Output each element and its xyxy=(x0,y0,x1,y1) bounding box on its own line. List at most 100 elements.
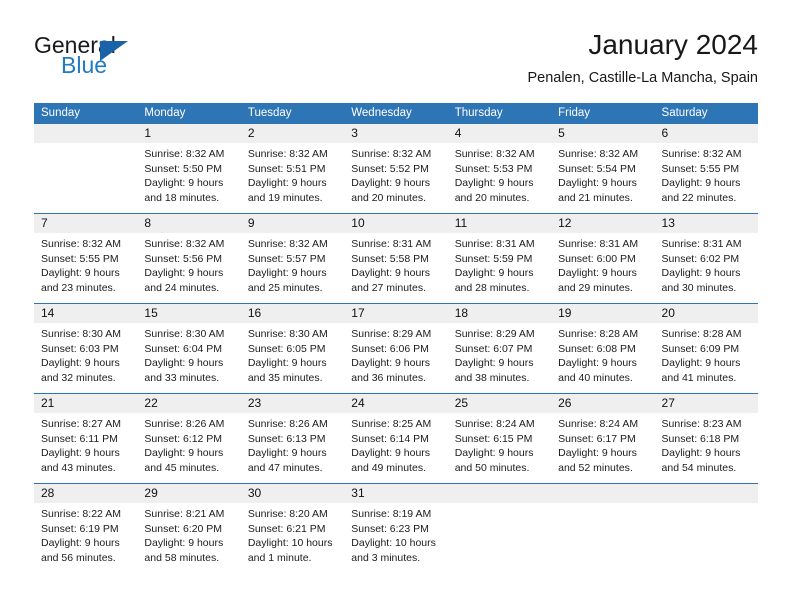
day-number[interactable]: 22 xyxy=(137,394,240,413)
day-detail-line: Sunset: 5:55 PM xyxy=(661,162,740,175)
day-number[interactable]: 17 xyxy=(344,304,447,323)
day-cell[interactable]: Sunrise: 8:32 AM Sunset: 5:50 PM Daylight:… xyxy=(137,143,240,213)
day-number[interactable]: 24 xyxy=(344,394,447,413)
day-number[interactable]: 16 xyxy=(241,304,344,323)
day-number[interactable]: 29 xyxy=(137,484,240,503)
day-cell[interactable]: Sunrise: 8:31 AM Sunset: 6:00 PM Daylight:… xyxy=(551,233,654,303)
day-number[interactable]: 23 xyxy=(241,394,344,413)
day-number[interactable]: 10 xyxy=(344,214,447,233)
day-detail-line: Sunrise: 8:32 AM xyxy=(144,148,225,160)
day-cell[interactable]: Sunrise: 8:32 AM Sunset: 5:57 PM Daylight:… xyxy=(241,233,344,303)
day-cell[interactable]: Sunrise: 8:31 AM Sunset: 5:59 PM Daylight:… xyxy=(448,233,551,303)
day-number[interactable]: 12 xyxy=(551,214,654,233)
day-number-empty xyxy=(551,484,654,503)
day-cell[interactable]: Sunrise: 8:24 AM Sunset: 6:15 PM Daylight:… xyxy=(448,413,551,483)
day-detail-line: and 23 minutes. xyxy=(41,281,116,294)
day-number[interactable]: 3 xyxy=(344,124,447,143)
day-number[interactable]: 4 xyxy=(448,124,551,143)
day-number[interactable]: 20 xyxy=(655,304,758,323)
day-cell[interactable]: Sunrise: 8:19 AM Sunset: 6:23 PM Daylight:… xyxy=(344,503,447,573)
day-number[interactable]: 18 xyxy=(448,304,551,323)
day-cell[interactable]: Sunrise: 8:30 AM Sunset: 6:03 PM Daylight:… xyxy=(34,323,137,393)
weekday-header-monday: Monday xyxy=(144,107,186,119)
day-detail-line: Daylight: 9 hours xyxy=(558,267,637,280)
day-detail-line: and 38 minutes. xyxy=(454,371,530,384)
day-number[interactable]: 2 xyxy=(241,124,344,143)
day-number[interactable]: 6 xyxy=(655,124,758,143)
day-number-empty xyxy=(655,484,758,503)
day-number[interactable]: 5 xyxy=(551,124,654,143)
day-cell[interactable]: Sunrise: 8:32 AM Sunset: 5:54 PM Daylight:… xyxy=(551,143,654,213)
week-cell-band: Sunrise: 8:22 AM Sunset: 6:19 PM Daylight:… xyxy=(34,503,758,573)
week-cell-band: Sunrise: 8:27 AM Sunset: 6:11 PM Daylight:… xyxy=(34,413,758,483)
day-detail-line: and 33 minutes. xyxy=(144,371,220,384)
day-detail-line: Sunset: 5:55 PM xyxy=(41,252,119,265)
day-cell[interactable]: Sunrise: 8:22 AM Sunset: 6:19 PM Daylight:… xyxy=(34,503,137,573)
day-detail-line: Sunrise: 8:32 AM xyxy=(41,238,121,250)
day-number[interactable]: 28 xyxy=(34,484,137,503)
day-detail-line: Sunset: 6:09 PM xyxy=(661,342,740,355)
day-cell[interactable]: Sunrise: 8:28 AM Sunset: 6:08 PM Daylight:… xyxy=(551,323,654,393)
page-header: General Blue January 2024 Penalen, Casti… xyxy=(34,28,758,96)
week-cell-band: Sunrise: 8:30 AM Sunset: 6:03 PM Daylight:… xyxy=(34,323,758,393)
title-block: January 2024 Penalen, Castille-La Mancha… xyxy=(527,28,758,88)
week-cell-band: Sunrise: 8:32 AM Sunset: 5:55 PM Daylight:… xyxy=(34,233,758,303)
day-number[interactable]: 13 xyxy=(655,214,758,233)
day-number[interactable]: 14 xyxy=(34,304,137,323)
day-detail-line: Sunrise: 8:21 AM xyxy=(144,508,225,520)
day-detail-line: Sunset: 5:53 PM xyxy=(454,162,533,175)
day-cell[interactable]: Sunrise: 8:32 AM Sunset: 5:51 PM Daylight:… xyxy=(241,143,344,213)
day-number[interactable]: 26 xyxy=(551,394,654,413)
day-detail-line: and 50 minutes. xyxy=(454,461,530,474)
day-cell[interactable]: Sunrise: 8:29 AM Sunset: 6:06 PM Daylight:… xyxy=(344,323,447,393)
day-number[interactable]: 9 xyxy=(241,214,344,233)
day-cell[interactable]: Sunrise: 8:24 AM Sunset: 6:17 PM Daylight:… xyxy=(551,413,654,483)
day-cell[interactable]: Sunrise: 8:31 AM Sunset: 6:02 PM Daylight:… xyxy=(655,233,758,303)
day-cell[interactable]: Sunrise: 8:28 AM Sunset: 6:09 PM Daylight:… xyxy=(655,323,758,393)
day-cell[interactable]: Sunrise: 8:32 AM Sunset: 5:55 PM Daylight:… xyxy=(655,143,758,213)
week-day-number-band: 7 8 9 10 11 12 13 xyxy=(34,214,758,233)
day-number[interactable]: 31 xyxy=(344,484,447,503)
day-cell[interactable]: Sunrise: 8:32 AM Sunset: 5:56 PM Daylight:… xyxy=(137,233,240,303)
day-cell[interactable]: Sunrise: 8:27 AM Sunset: 6:11 PM Daylight:… xyxy=(34,413,137,483)
day-detail-line: Sunset: 5:56 PM xyxy=(144,252,223,265)
day-cell[interactable]: Sunrise: 8:26 AM Sunset: 6:13 PM Daylight:… xyxy=(241,413,344,483)
day-cell[interactable]: Sunrise: 8:20 AM Sunset: 6:21 PM Daylight:… xyxy=(241,503,344,573)
day-detail-line: Sunset: 6:07 PM xyxy=(454,342,533,355)
day-cell[interactable]: Sunrise: 8:31 AM Sunset: 5:58 PM Daylight:… xyxy=(344,233,447,303)
day-cell[interactable]: Sunrise: 8:23 AM Sunset: 6:18 PM Daylight:… xyxy=(655,413,758,483)
day-detail-line: Sunrise: 8:24 AM xyxy=(454,418,535,430)
calendar-week-row: 21 22 23 24 25 26 27 Sunrise: 8:27 AM Sunset: 6:… xyxy=(34,393,758,483)
day-number[interactable]: 21 xyxy=(34,394,137,413)
day-detail-line: Sunset: 6:13 PM xyxy=(247,432,326,445)
day-cell[interactable]: Sunrise: 8:21 AM Sunset: 6:20 PM Daylight:… xyxy=(137,503,240,573)
day-detail-line: Sunrise: 8:29 AM xyxy=(454,328,535,340)
day-cell[interactable]: Sunrise: 8:29 AM Sunset: 6:07 PM Daylight:… xyxy=(448,323,551,393)
day-cell[interactable]: Sunrise: 8:30 AM Sunset: 6:05 PM Daylight:… xyxy=(241,323,344,393)
day-detail-line: Daylight: 9 hours xyxy=(454,267,534,280)
day-number[interactable]: 11 xyxy=(448,214,551,233)
day-number[interactable]: 19 xyxy=(551,304,654,323)
day-detail-line: and 52 minutes. xyxy=(558,461,633,474)
day-cell[interactable]: Sunrise: 8:30 AM Sunset: 6:04 PM Daylight:… xyxy=(137,323,240,393)
day-number[interactable]: 8 xyxy=(137,214,240,233)
day-number[interactable]: 27 xyxy=(655,394,758,413)
day-detail-line: Sunrise: 8:32 AM xyxy=(454,148,535,160)
day-number[interactable]: 1 xyxy=(137,124,240,143)
day-cell[interactable]: Sunrise: 8:25 AM Sunset: 6:14 PM Daylight:… xyxy=(344,413,447,483)
day-cell[interactable]: Sunrise: 8:32 AM Sunset: 5:52 PM Daylight:… xyxy=(344,143,447,213)
day-number[interactable]: 7 xyxy=(34,214,137,233)
day-detail-line: and 20 minutes. xyxy=(351,191,426,204)
day-number[interactable]: 25 xyxy=(448,394,551,413)
day-number[interactable]: 15 xyxy=(137,304,240,323)
day-detail-line: Daylight: 9 hours xyxy=(351,177,431,190)
day-detail-line: and 27 minutes. xyxy=(351,281,426,294)
day-number[interactable]: 30 xyxy=(241,484,344,503)
day-cell[interactable]: Sunrise: 8:26 AM Sunset: 6:12 PM Daylight:… xyxy=(137,413,240,483)
day-detail-line: Sunset: 6:06 PM xyxy=(351,342,429,355)
week-cell-band: Sunrise: 8:32 AM Sunset: 5:50 PM Daylight:… xyxy=(34,143,758,213)
day-cell[interactable]: Sunrise: 8:32 AM Sunset: 5:55 PM Daylight:… xyxy=(34,233,137,303)
weekday-header-tuesday: Tuesday xyxy=(247,107,292,119)
day-detail-line: Daylight: 9 hours xyxy=(41,267,120,280)
day-cell[interactable]: Sunrise: 8:32 AM Sunset: 5:53 PM Daylight:… xyxy=(448,143,551,213)
